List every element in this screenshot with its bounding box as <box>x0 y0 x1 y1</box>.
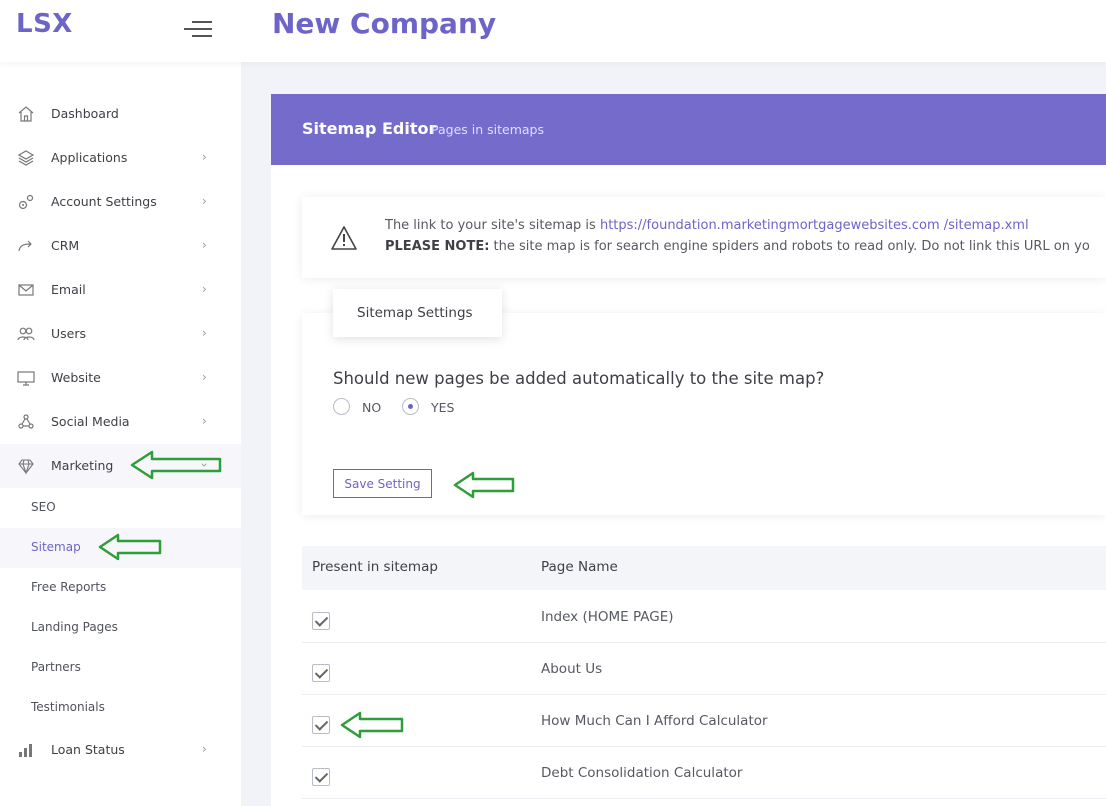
notice-bold: PLEASE NOTE: <box>385 239 490 254</box>
present-checkbox[interactable] <box>312 716 330 734</box>
home-icon <box>18 106 34 122</box>
sidebar-item-email[interactable]: Email › <box>0 268 241 312</box>
sidebar-item-loan-status[interactable]: Loan Status › <box>0 728 241 772</box>
sidebar-item-account-settings[interactable]: Account Settings › <box>0 180 241 224</box>
warning-icon <box>331 226 357 250</box>
sidebar-item-label: Marketing <box>51 458 114 473</box>
panel-header: Sitemap Editor Pages in sitemaps <box>271 94 1106 165</box>
network-icon <box>18 414 34 429</box>
column-header-present: Present in sitemap <box>312 559 438 575</box>
sidebar-item-label: Loan Status <box>51 742 125 757</box>
sidebar-item-label: Users <box>51 326 87 341</box>
layers-icon <box>17 150 35 166</box>
auto-add-question: Should new pages be added automatically … <box>333 369 825 388</box>
annotation-arrow-icon <box>453 471 515 499</box>
sidebar-item-website[interactable]: Website › <box>0 356 241 400</box>
chevron-right-icon: › <box>202 238 207 252</box>
sidebar-subitem-label: SEO <box>31 500 56 514</box>
table-row: How Much Can I Afford Calculator <box>302 695 1106 747</box>
tab-sitemap-settings[interactable]: Sitemap Settings <box>333 289 502 337</box>
sidebar-subitem-label: Sitemap <box>31 540 81 554</box>
page-name-cell: About Us <box>541 661 603 677</box>
sidebar-subitem-partners[interactable]: Partners <box>0 648 241 688</box>
top-header: LSX New Company <box>0 0 1106 62</box>
annotation-arrow-icon <box>98 533 162 561</box>
table-row: Debt Consolidation Calculator <box>302 747 1106 799</box>
panel-title: Sitemap Editor <box>302 119 437 138</box>
notice-line: PLEASE NOTE: the site map is for search … <box>385 239 1090 254</box>
present-checkbox[interactable] <box>312 612 330 630</box>
diamond-icon <box>18 459 34 475</box>
page-name-cell: How Much Can I Afford Calculator <box>541 713 768 729</box>
present-checkbox[interactable] <box>312 664 330 682</box>
save-setting-button[interactable]: Save Setting <box>333 469 432 498</box>
sidebar-item-label: Account Settings <box>51 194 157 209</box>
sidebar-item-label: CRM <box>51 238 80 253</box>
chevron-right-icon: › <box>202 414 207 428</box>
annotation-arrow-icon <box>340 711 404 739</box>
users-icon <box>17 327 35 341</box>
chevron-right-icon: › <box>202 370 207 384</box>
sidebar-item-dashboard[interactable]: Dashboard <box>0 92 241 136</box>
gears-icon <box>18 194 34 210</box>
chevron-right-icon: › <box>202 742 207 756</box>
sitemap-notice: The link to your site's sitemap is https… <box>302 197 1106 278</box>
sidebar-item-applications[interactable]: Applications › <box>0 136 241 180</box>
sidebar-item-social-media[interactable]: Social Media › <box>0 400 241 444</box>
sidebar-subitem-testimonials[interactable]: Testimonials <box>0 688 241 728</box>
brand-logo[interactable]: LSX <box>16 9 73 39</box>
sidebar-item-crm[interactable]: CRM › <box>0 224 241 268</box>
sidebar-subitem-label: Partners <box>31 660 81 674</box>
sidebar-item-label: Website <box>51 370 101 385</box>
chevron-right-icon: › <box>202 194 207 208</box>
table-header: Present in sitemap Page Name <box>302 546 1106 590</box>
sidebar-subitem-landing-pages[interactable]: Landing Pages <box>0 608 241 648</box>
sidebar-item-label: Social Media <box>51 414 130 429</box>
sitemap-url-link[interactable]: https://foundation.marketingmortgagewebs… <box>600 218 1029 233</box>
sidebar-subitem-label: Landing Pages <box>31 620 118 634</box>
annotation-arrow-icon <box>130 450 222 480</box>
share-arrow-icon <box>18 240 32 252</box>
sidebar-subitem-label: Free Reports <box>31 580 107 594</box>
chevron-right-icon: › <box>202 282 207 296</box>
chevron-right-icon: › <box>202 150 207 164</box>
sidebar-item-label: Dashboard <box>51 106 119 121</box>
sidebar-item-label: Email <box>51 282 86 297</box>
company-title: New Company <box>272 7 497 40</box>
radio-yes-label: YES <box>431 400 455 415</box>
sidebar-item-users[interactable]: Users › <box>0 312 241 356</box>
chevron-right-icon: › <box>202 326 207 340</box>
page-name-cell: Index (HOME PAGE) <box>541 609 674 625</box>
bar-chart-icon <box>19 744 32 757</box>
sidebar-item-label: Applications <box>51 150 128 165</box>
column-header-page-name: Page Name <box>541 559 618 575</box>
sidebar-subitem-seo[interactable]: SEO <box>0 488 241 528</box>
hamburger-menu-icon[interactable] <box>184 19 212 39</box>
page-name-cell: Debt Consolidation Calculator <box>541 765 743 781</box>
sidebar-subitem-free-reports[interactable]: Free Reports <box>0 568 241 608</box>
radio-yes[interactable] <box>402 398 419 415</box>
radio-no[interactable] <box>333 398 350 415</box>
table-row: About Us <box>302 643 1106 695</box>
radio-no-label: NO <box>362 400 382 415</box>
envelope-icon <box>18 284 34 296</box>
table-row: Index (HOME PAGE) <box>302 591 1106 643</box>
notice-text: the site map is for search engine spider… <box>489 239 1090 254</box>
panel-subtitle: Pages in sitemaps <box>431 122 544 137</box>
notice-line: The link to your site's sitemap is https… <box>385 218 1029 233</box>
monitor-icon <box>17 371 35 386</box>
present-checkbox[interactable] <box>312 768 330 786</box>
sidebar-subitem-label: Testimonials <box>31 700 105 714</box>
notice-prefix: The link to your site's sitemap is <box>385 218 600 233</box>
tab-label: Sitemap Settings <box>357 305 473 321</box>
